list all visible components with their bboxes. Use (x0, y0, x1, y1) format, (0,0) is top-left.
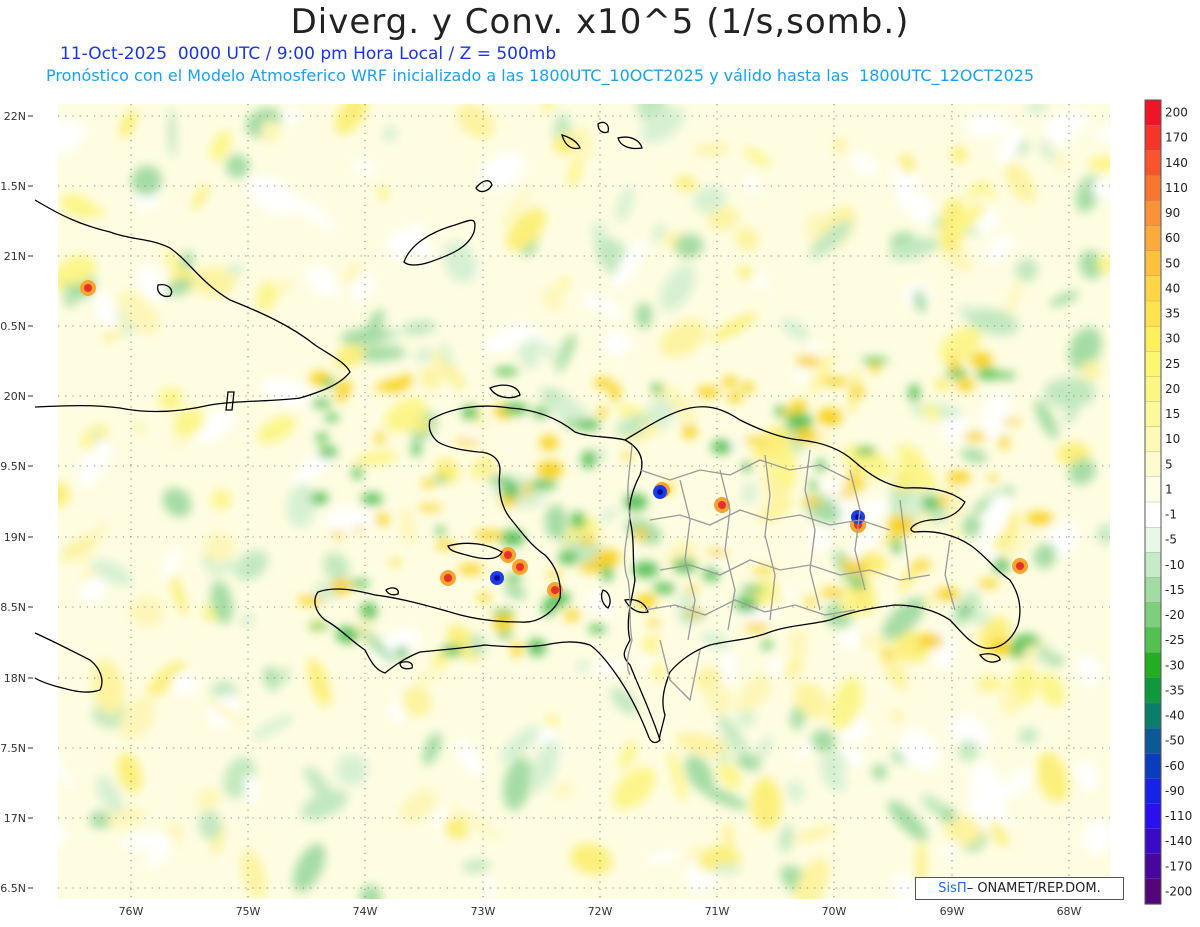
colorbar-label: 35 (1165, 307, 1180, 321)
colorbar-label: 60 (1165, 231, 1180, 245)
colorbar-label: -20 (1165, 608, 1185, 622)
colorbar-swatch (1144, 652, 1162, 679)
colorbar-swatch (1144, 376, 1162, 403)
colorbar-swatch (1144, 451, 1162, 478)
colorbar-label: 170 (1165, 131, 1188, 145)
latitude-label: 17N (4, 812, 26, 825)
latitude-label: 22N (4, 110, 26, 123)
colorbar-label: -200 (1165, 884, 1192, 898)
colorbar-swatch (1144, 150, 1162, 177)
colorbar-label: -25 (1165, 633, 1185, 647)
latitude-label: 7.5N (0, 742, 26, 755)
colorbar-label: -170 (1165, 859, 1192, 873)
latitude-label: 9.5N (0, 460, 26, 473)
latitude-label: 21N (4, 250, 26, 263)
colorbar-swatch (1144, 99, 1162, 126)
colorbar-swatch (1144, 753, 1162, 780)
longitude-label: 73W (471, 905, 496, 918)
longitude-label: 74W (353, 905, 378, 918)
colorbar-swatch (1144, 225, 1162, 252)
colorbar-swatch (1144, 828, 1162, 855)
colorbar-swatch (1144, 124, 1162, 151)
forecast-time-subtitle: 11-Oct-2025 0000 UTC / 9:00 pm Hora Loca… (60, 44, 557, 64)
colorbar-swatch (1144, 200, 1162, 227)
colorbar-label: 15 (1165, 407, 1180, 421)
colorbar-swatch (1144, 552, 1162, 579)
latitude-label: 6.5N (0, 882, 26, 895)
colorbar-label: -40 (1165, 709, 1185, 723)
colorbar-label: 30 (1165, 332, 1180, 346)
colorbar-swatch (1144, 476, 1162, 503)
divergence-field (58, 104, 1110, 899)
colorbar-swatch (1144, 250, 1162, 277)
colorbar-label: -90 (1165, 784, 1185, 798)
colorbar-swatch (1144, 401, 1162, 428)
colorbar-swatch (1144, 727, 1162, 754)
colorbar-swatch (1144, 803, 1162, 830)
colorbar-swatch (1144, 300, 1162, 327)
latitude-labels: 22N 1.5N 21N 0.5N 20N 9.5N 19N 8.5N 18N 7.5N 17N 6.… (0, 110, 33, 895)
colorbar-legend: 200 170 140 110 90 60 50 40 35 30 25 20 15 10 5 1 -1 -5 -1… (1144, 99, 1192, 905)
longitude-label: 69W (940, 905, 965, 918)
model-run-subtitle: Pronóstico con el Modelo Atmosferico WRF… (46, 66, 1035, 85)
colorbar-label: -5 (1165, 533, 1177, 547)
colorbar-swatch (1144, 627, 1162, 654)
colorbar-label: 10 (1165, 432, 1180, 446)
colorbar-swatch (1144, 426, 1162, 453)
colorbar-label: 40 (1165, 281, 1180, 295)
longitude-label: 68W (1057, 905, 1082, 918)
colorbar-label: -30 (1165, 658, 1185, 672)
longitude-label: 76W (119, 905, 144, 918)
colorbar-swatch (1144, 175, 1162, 202)
colorbar-swatch (1144, 275, 1162, 302)
longitude-label: 72W (588, 905, 613, 918)
colorbar-label: 20 (1165, 382, 1180, 396)
colorbar-label: 200 (1165, 106, 1188, 120)
colorbar-label: 140 (1165, 156, 1188, 170)
divergence-map: 22N 1.5N 21N 0.5N 20N 9.5N 19N 8.5N 18N 7.5N 17N 6.… (0, 99, 1192, 918)
colorbar-label: -10 (1165, 558, 1185, 572)
colorbar-label: -1 (1165, 508, 1177, 522)
latitude-label: 20N (4, 390, 26, 403)
colorbar-label: -110 (1165, 809, 1192, 823)
colorbar-swatch (1144, 526, 1162, 553)
longitude-label: 70W (822, 905, 847, 918)
longitude-label: 71W (705, 905, 730, 918)
colorbar-swatch (1144, 325, 1162, 352)
colorbar-swatch (1144, 501, 1162, 528)
colorbar-swatch (1144, 577, 1162, 604)
latitude-label: 0.5N (0, 320, 26, 333)
colorbar-swatch (1144, 677, 1162, 704)
colorbar-label: 1 (1165, 482, 1173, 496)
colorbar-swatch (1144, 778, 1162, 805)
colorbar-label: -15 (1165, 583, 1185, 597)
latitude-label: 1.5N (0, 180, 26, 193)
credit-text: – ONAMET/REP.DOM. (966, 881, 1101, 896)
latitude-label: 18N (4, 672, 26, 685)
colorbar-swatch (1144, 351, 1162, 378)
colorbar-label: 50 (1165, 256, 1180, 270)
colorbar-label: -140 (1165, 834, 1192, 848)
latitude-label: 8.5N (0, 601, 26, 614)
colorbar-swatch (1144, 602, 1162, 629)
map-title: Diverg. y Conv. x10^5 (1/s,somb.) (290, 2, 910, 42)
colorbar-swatch (1144, 878, 1162, 905)
colorbar-swatch (1144, 853, 1162, 880)
colorbar-label: -50 (1165, 734, 1185, 748)
colorbar-label: -35 (1165, 683, 1185, 697)
colorbar-swatch (1144, 702, 1162, 729)
credit-logo: SisΠ (938, 881, 967, 896)
latitude-label: 19N (4, 531, 26, 544)
longitude-label: 75W (236, 905, 261, 918)
colorbar-label: 90 (1165, 206, 1180, 220)
colorbar-label: 5 (1165, 457, 1173, 471)
longitude-labels: 76W 75W 74W 73W 72W 71W 70W 69W 68W (119, 905, 1082, 918)
colorbar-label: 110 (1165, 181, 1188, 195)
colorbar-label: -60 (1165, 759, 1185, 773)
colorbar-label: 25 (1165, 357, 1180, 371)
credit-box: SisΠ – ONAMET/REP.DOM. (915, 877, 1124, 900)
